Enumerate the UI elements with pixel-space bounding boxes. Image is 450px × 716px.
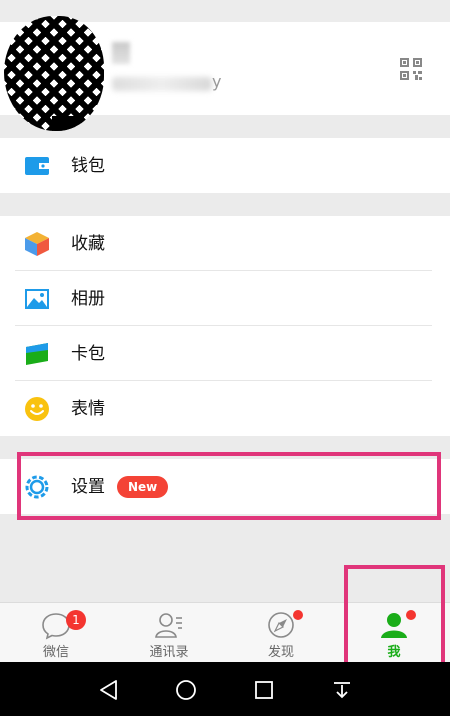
cube-icon xyxy=(25,232,49,256)
home-icon[interactable] xyxy=(174,678,198,702)
card-pack-icon xyxy=(26,343,48,365)
notification-pull-icon[interactable] xyxy=(330,678,354,702)
highlight-box-settings xyxy=(17,452,441,520)
tab-chats[interactable]: 1 微信 xyxy=(0,603,112,663)
profile-header[interactable]: y xyxy=(0,16,450,131)
profile-name-redacted xyxy=(112,42,130,64)
menu-item-favorites[interactable]: 收藏 xyxy=(0,216,450,271)
menu-item-stickers[interactable]: 表情 xyxy=(0,381,450,436)
tab-label: 发现 xyxy=(267,645,294,660)
profile-id-tail: y xyxy=(212,72,222,91)
qr-code-icon[interactable] xyxy=(400,58,422,80)
notification-dot xyxy=(293,610,303,620)
unread-count-badge: 1 xyxy=(66,610,86,630)
tab-label: 通讯录 xyxy=(149,645,189,660)
profile-id-redacted xyxy=(112,77,212,91)
wallet-group: 钱包 xyxy=(0,138,450,193)
photo-album-icon xyxy=(25,289,49,309)
tab-discover[interactable]: 发现 xyxy=(225,603,337,663)
back-icon[interactable] xyxy=(97,678,121,702)
contacts-icon xyxy=(155,613,182,638)
menu-item-label: 钱包 xyxy=(71,156,105,176)
avatar[interactable] xyxy=(4,16,104,131)
smiley-icon xyxy=(25,397,49,421)
features-group: 收藏 相册 卡包 表情 xyxy=(0,216,450,436)
menu-item-wallet[interactable]: 钱包 xyxy=(0,138,450,193)
system-nav-bar xyxy=(0,662,450,716)
menu-item-label: 相册 xyxy=(71,289,105,309)
recents-icon[interactable] xyxy=(252,678,276,702)
menu-item-label: 收藏 xyxy=(71,234,105,254)
tab-label: 微信 xyxy=(42,645,69,660)
menu-item-label: 卡包 xyxy=(71,344,105,364)
menu-item-cards[interactable]: 卡包 xyxy=(0,326,450,381)
menu-item-label: 表情 xyxy=(71,399,105,419)
menu-item-album[interactable]: 相册 xyxy=(0,271,450,326)
compass-icon xyxy=(268,612,294,638)
wallet-icon xyxy=(25,157,49,175)
tab-contacts[interactable]: 通讯录 xyxy=(113,603,225,663)
